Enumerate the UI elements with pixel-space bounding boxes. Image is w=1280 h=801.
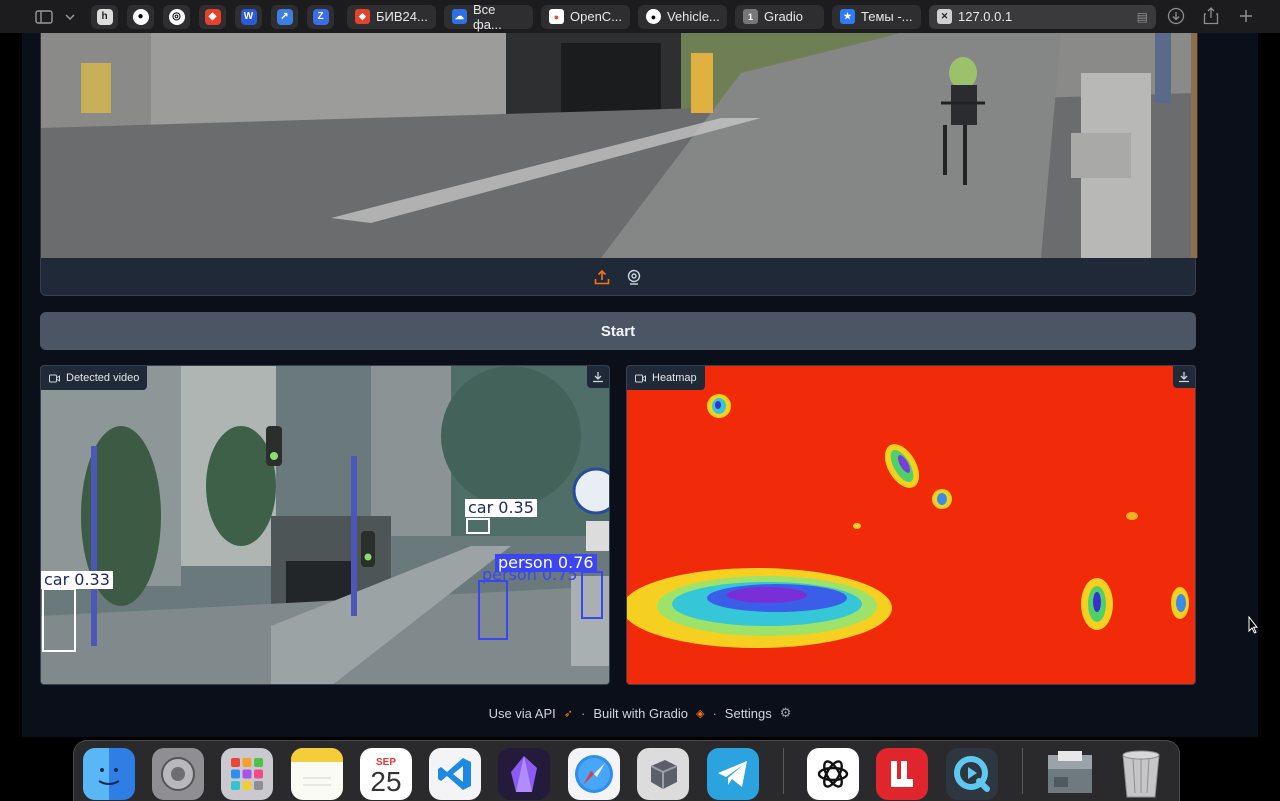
chevron-down-icon[interactable] xyxy=(58,5,82,29)
new-tab-icon[interactable] xyxy=(1234,4,1258,28)
cloud-icon: ☁ xyxy=(452,9,467,24)
gitlab-icon: ◆ xyxy=(204,8,221,25)
pinned-tab-app[interactable]: ◎ xyxy=(163,4,190,29)
pinned-tab-gitlab[interactable]: ◆ xyxy=(199,4,226,29)
pinned-tab-github[interactable]: ● xyxy=(127,4,154,29)
pinned-tab-zoom[interactable]: Z xyxy=(307,4,334,29)
habr-icon: h xyxy=(96,8,113,25)
tab-label: Темы -... xyxy=(861,9,913,24)
detection-box xyxy=(466,518,490,534)
close-icon[interactable]: ✕ xyxy=(937,9,952,24)
download-icon[interactable] xyxy=(1164,4,1188,28)
tab-2[interactable]: ☁ Все фа... xyxy=(444,1,533,32)
dock-separator xyxy=(783,748,784,794)
pinned-tab-habr[interactable]: h xyxy=(91,4,118,29)
download-button[interactable] xyxy=(1173,366,1195,388)
word-icon: W xyxy=(240,8,257,25)
detection-box xyxy=(581,571,603,619)
system-settings-icon[interactable] xyxy=(152,748,204,800)
download-icon xyxy=(593,372,603,383)
start-button[interactable]: Start xyxy=(40,312,1196,350)
detected-video-title: Detected video xyxy=(66,372,140,384)
quicktime-icon[interactable] xyxy=(946,748,998,800)
upload-icon[interactable] xyxy=(593,268,611,286)
gradio-footer: Use via API ➶ · Built with Gradio ◈ · Se… xyxy=(22,703,1258,723)
tab-3[interactable]: ● OpenC... xyxy=(541,4,630,29)
pinned-tab-word[interactable]: W xyxy=(235,4,262,29)
opencv-icon: ● xyxy=(549,9,564,24)
detected-video-frame xyxy=(41,366,609,684)
reader-icon[interactable]: ▤ xyxy=(1137,10,1148,24)
tab-label: БИВ24... xyxy=(376,9,428,24)
tab-active[interactable]: ✕ 127.0.0.1 ▤ xyxy=(929,4,1156,29)
footer-separator: · xyxy=(712,705,717,721)
detection-label: car 0.35 xyxy=(465,499,537,517)
built-with-gradio-link[interactable]: Built with Gradio xyxy=(593,706,688,721)
video-source-bar xyxy=(40,258,1196,296)
gradio-icon: 1 xyxy=(743,9,758,24)
use-via-api-link[interactable]: Use via API xyxy=(489,706,556,721)
detection-label: person 0.75 xyxy=(482,565,578,584)
browser-tab-bar: h ● ◎ ◆ W ↗ Z ◆ БИВ24... ☁ Все фа... ● O… xyxy=(0,0,1280,33)
tab-4[interactable]: ● Vehicle... xyxy=(638,4,727,29)
video-icon xyxy=(635,374,646,382)
chatgpt-icon[interactable] xyxy=(807,748,859,800)
webcam-icon[interactable] xyxy=(625,268,643,286)
detected-video-panel[interactable]: Detected video car 0.35 person 0.76 pers… xyxy=(40,365,610,685)
vscode-icon[interactable] xyxy=(429,748,481,800)
github-icon: ● xyxy=(132,8,149,25)
detection-box xyxy=(478,580,508,640)
parallels-icon[interactable] xyxy=(637,748,689,800)
launchpad-icon[interactable] xyxy=(221,748,273,800)
gradio-logo-icon: ◈ xyxy=(695,707,705,720)
tab-label: Все фа... xyxy=(473,1,502,32)
calendar-icon[interactable]: SEP 25 xyxy=(360,748,412,800)
mouse-cursor-icon xyxy=(1248,616,1258,634)
telegram-icon[interactable] xyxy=(707,748,759,800)
z-app-icon: Z xyxy=(312,8,329,25)
arrow-app-icon: ↗ xyxy=(276,8,293,25)
detected-video-label: Detected video xyxy=(41,366,148,390)
heatmap-label: Heatmap xyxy=(627,366,705,390)
github-icon: ● xyxy=(646,9,661,24)
tab-label: Vehicle... xyxy=(667,9,720,24)
sidebar-toggle-icon[interactable] xyxy=(32,5,56,29)
detection-box xyxy=(42,588,76,652)
dock-separator xyxy=(1022,748,1023,794)
pinned-tab-app2[interactable]: ↗ xyxy=(271,4,298,29)
gitlab-icon: ◆ xyxy=(355,9,370,24)
tab-label: Gradio xyxy=(764,9,804,24)
tab-5[interactable]: 1 Gradio xyxy=(735,4,824,29)
obsidian-icon[interactable] xyxy=(498,748,550,800)
safari-icon[interactable] xyxy=(568,748,620,800)
heatmap-panel[interactable]: Heatmap xyxy=(626,365,1196,685)
star-icon: ★ xyxy=(840,9,855,24)
input-video-player[interactable] xyxy=(40,33,1198,258)
gear-icon: ⚙ xyxy=(779,705,792,720)
notes-icon[interactable] xyxy=(291,748,343,800)
detection-label: car 0.33 xyxy=(41,571,113,589)
tab-label: OpenC... xyxy=(570,9,623,24)
settings-link[interactable]: Settings xyxy=(725,706,772,721)
download-button[interactable] xyxy=(587,366,609,388)
tab-1[interactable]: ◆ БИВ24... xyxy=(347,4,436,29)
finder-icon[interactable] xyxy=(83,748,135,800)
rocket-icon: ➶ xyxy=(563,707,573,720)
tab-6[interactable]: ★ Темы -... xyxy=(832,4,921,29)
tab-label: 127.0.0.1 xyxy=(958,9,1013,24)
heatmap-frame xyxy=(627,366,1195,684)
downloads-stack-icon[interactable] xyxy=(1044,748,1096,800)
trash-icon[interactable] xyxy=(1115,748,1167,800)
share-icon[interactable] xyxy=(1199,4,1223,28)
calendar-day: 25 xyxy=(370,765,402,797)
ring-icon: ◎ xyxy=(168,8,185,25)
footer-separator: · xyxy=(580,705,586,721)
video-icon xyxy=(49,374,60,382)
download-icon xyxy=(1179,372,1189,383)
app-icon[interactable] xyxy=(876,748,928,800)
gradio-app: Start Detected video car 0.35 person 0.7… xyxy=(22,33,1258,737)
heatmap-title: Heatmap xyxy=(652,372,697,384)
